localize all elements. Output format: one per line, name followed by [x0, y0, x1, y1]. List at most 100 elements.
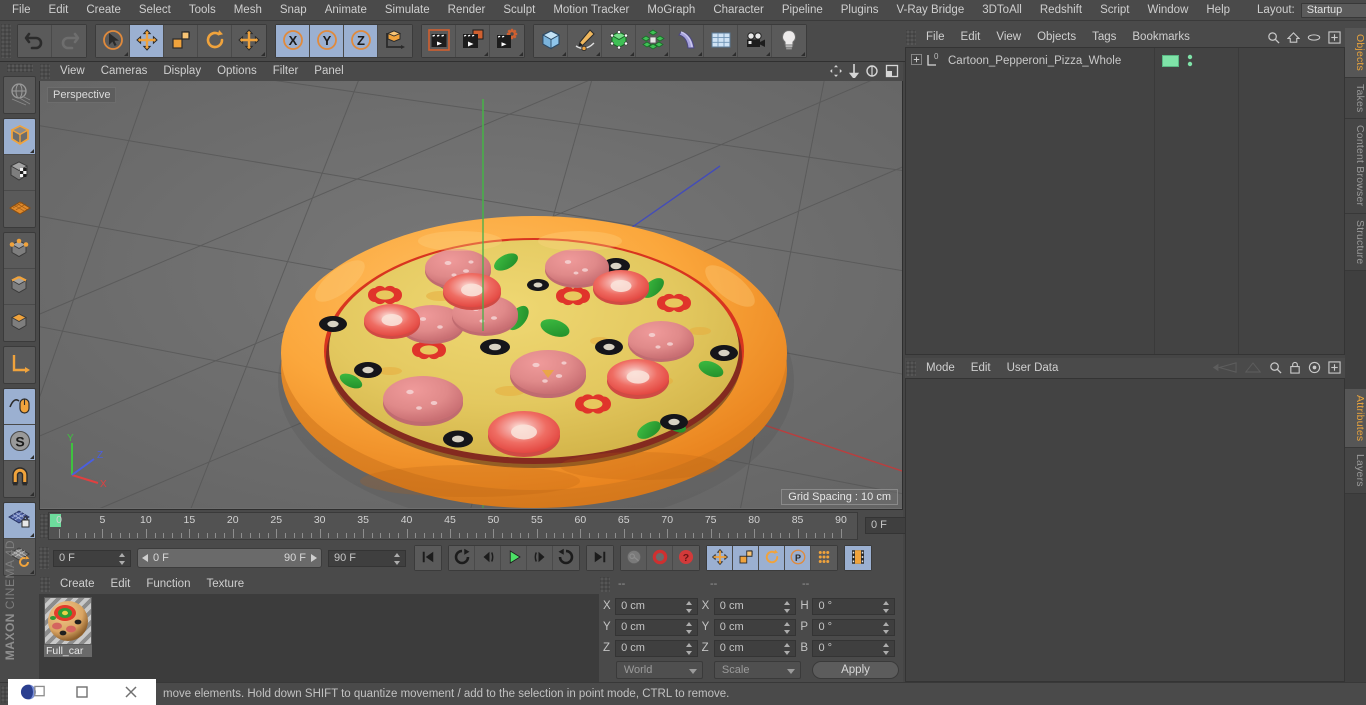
viewport-menu-item-view[interactable]: View — [52, 62, 93, 81]
lock-icon[interactable] — [1289, 361, 1301, 377]
viewport-menu-item-panel[interactable]: Panel — [306, 62, 351, 81]
plus-box-icon[interactable] — [1328, 31, 1341, 47]
transport-grip[interactable] — [39, 547, 49, 569]
position-z-field[interactable]: 0 cm — [615, 639, 698, 657]
spinner-icon[interactable] — [685, 600, 693, 613]
parameter-key-button[interactable]: P — [785, 546, 811, 570]
coordinate-manager-grip[interactable] — [600, 576, 610, 592]
live-selection-tool[interactable] — [96, 25, 130, 57]
vertical-tab-takes[interactable]: Takes — [1345, 78, 1366, 120]
lock-x-axis-button[interactable]: X — [276, 25, 310, 57]
object-name[interactable]: Cartoon_Pepperoni_Pizza_Whole — [944, 55, 1121, 67]
viewport-canvas[interactable]: Perspective Grid Spacing : 10 cm Y X Z — [39, 81, 903, 510]
vertical-tab-structure[interactable]: Structure — [1345, 213, 1366, 272]
generator-button[interactable] — [602, 25, 636, 57]
autokeying-button[interactable] — [647, 546, 673, 570]
object-menu-item-tags[interactable]: Tags — [1084, 28, 1124, 47]
lock-z-axis-button[interactable]: Z — [344, 25, 378, 57]
keyframe-selection-button[interactable]: ? — [673, 546, 699, 570]
apply-button[interactable]: Apply — [812, 661, 899, 679]
menu-item-tools[interactable]: Tools — [180, 0, 225, 21]
spinner-icon[interactable] — [883, 642, 890, 655]
object-menu-item-edit[interactable]: Edit — [953, 28, 989, 47]
search-icon[interactable] — [1267, 31, 1280, 47]
position-y-field[interactable]: 0 cm — [615, 618, 698, 636]
coord-system-dropdown[interactable]: World — [615, 661, 703, 679]
render-settings-button[interactable] — [490, 25, 524, 57]
position-key-button[interactable] — [707, 546, 733, 570]
lock-y-axis-button[interactable]: Y — [310, 25, 344, 57]
visibility-dots-icon[interactable] — [1187, 54, 1193, 71]
primitive-cube-button[interactable] — [534, 25, 568, 57]
scale-key-button[interactable] — [733, 546, 759, 570]
material-list[interactable]: Full_car — [39, 594, 599, 682]
play-button[interactable] — [501, 546, 527, 570]
soft-selection-button[interactable]: S — [4, 425, 35, 461]
app-icon-taskbar[interactable] — [8, 679, 57, 705]
object-menu-item-objects[interactable]: Objects — [1029, 28, 1084, 47]
attribute-menu-item-mode[interactable]: Mode — [918, 358, 963, 378]
object-menu-item-file[interactable]: File — [918, 28, 953, 47]
menu-item-file[interactable]: File — [3, 0, 40, 21]
size-y-field[interactable]: 0 cm — [713, 618, 797, 636]
menu-item-sculpt[interactable]: Sculpt — [494, 0, 544, 21]
menu-item-redshift[interactable]: Redshift — [1031, 0, 1091, 21]
spinner-icon[interactable] — [883, 621, 890, 634]
vertical-tab-attributes[interactable]: Attributes — [1345, 389, 1366, 449]
viewport-menu-item-display[interactable]: Display — [155, 62, 209, 81]
rotation-key-button[interactable] — [759, 546, 785, 570]
timeline-ruler[interactable]: 0 5 10 15 20 25 30 35 40 45 50 55 60 65 70 75 80 85 90 — [48, 512, 858, 540]
spinner-icon[interactable] — [685, 642, 693, 655]
scale-tool[interactable] — [164, 25, 198, 57]
maximize-icon[interactable] — [885, 64, 899, 81]
rotate-tool[interactable] — [198, 25, 232, 57]
menu-item-pipeline[interactable]: Pipeline — [773, 0, 832, 21]
enable-axis-modification-button[interactable] — [4, 347, 35, 383]
size-z-field[interactable]: 0 cm — [713, 639, 797, 657]
lock-workplane-button[interactable] — [4, 503, 35, 539]
left-toolbar-grip[interactable] — [6, 64, 33, 72]
spinner-icon[interactable] — [883, 600, 890, 613]
material-manager-grip[interactable] — [40, 576, 50, 592]
menu-item-simulate[interactable]: Simulate — [376, 0, 439, 21]
model-mode-button[interactable] — [4, 119, 35, 155]
timeline-mode-button[interactable] — [845, 546, 871, 570]
spinner-icon[interactable] — [784, 642, 791, 655]
menu-item-script[interactable]: Script — [1091, 0, 1138, 21]
menu-item-snap[interactable]: Snap — [271, 0, 316, 21]
polygons-mode-button[interactable] — [4, 305, 35, 341]
attribute-menu-item-edit[interactable]: Edit — [963, 358, 999, 378]
spinner-icon[interactable] — [685, 621, 693, 634]
object-menu-item-bookmarks[interactable]: Bookmarks — [1124, 28, 1198, 47]
make-editable-button[interactable] — [4, 77, 35, 113]
world-object-coord-button[interactable] — [378, 25, 412, 57]
menu-item-render[interactable]: Render — [439, 0, 495, 21]
nav-back-icon[interactable] — [1211, 361, 1237, 377]
vertical-tab-content-browser[interactable]: Content Browser — [1345, 119, 1366, 214]
search-icon[interactable] — [1269, 361, 1282, 377]
size-x-field[interactable]: 0 cm — [713, 597, 797, 615]
menu-item-v-ray-bridge[interactable]: V-Ray Bridge — [887, 0, 973, 21]
expand-toggle-icon[interactable] — [906, 54, 925, 68]
menu-item-character[interactable]: Character — [704, 0, 773, 21]
spinner-icon[interactable] — [119, 552, 126, 565]
end-frame-field[interactable]: 90 F — [328, 549, 406, 567]
viewport-grip[interactable] — [40, 64, 50, 79]
object-menu-item-view[interactable]: View — [988, 28, 1029, 47]
size-mode-dropdown[interactable]: Scale — [713, 661, 801, 679]
move-tool[interactable] — [130, 25, 164, 57]
menu-item-3dtoall[interactable]: 3DToAll — [973, 0, 1031, 21]
menu-item-create[interactable]: Create — [77, 0, 130, 21]
plus-box-icon[interactable] — [1328, 361, 1341, 377]
material-menu-item-edit[interactable]: Edit — [103, 574, 139, 594]
close-window-button[interactable] — [107, 679, 156, 705]
pan-icon[interactable] — [829, 64, 843, 81]
home-icon[interactable] — [1286, 31, 1301, 47]
preview-range-bar[interactable]: 0 F 90 F — [137, 548, 322, 568]
rotation-h-field[interactable]: 0 ° — [812, 597, 896, 615]
workplane-mode-button[interactable] — [4, 191, 35, 227]
material-menu-item-create[interactable]: Create — [52, 574, 103, 594]
redo-button[interactable] — [52, 25, 86, 57]
menu-item-edit[interactable]: Edit — [40, 0, 78, 21]
menu-item-motion-tracker[interactable]: Motion Tracker — [544, 0, 638, 21]
